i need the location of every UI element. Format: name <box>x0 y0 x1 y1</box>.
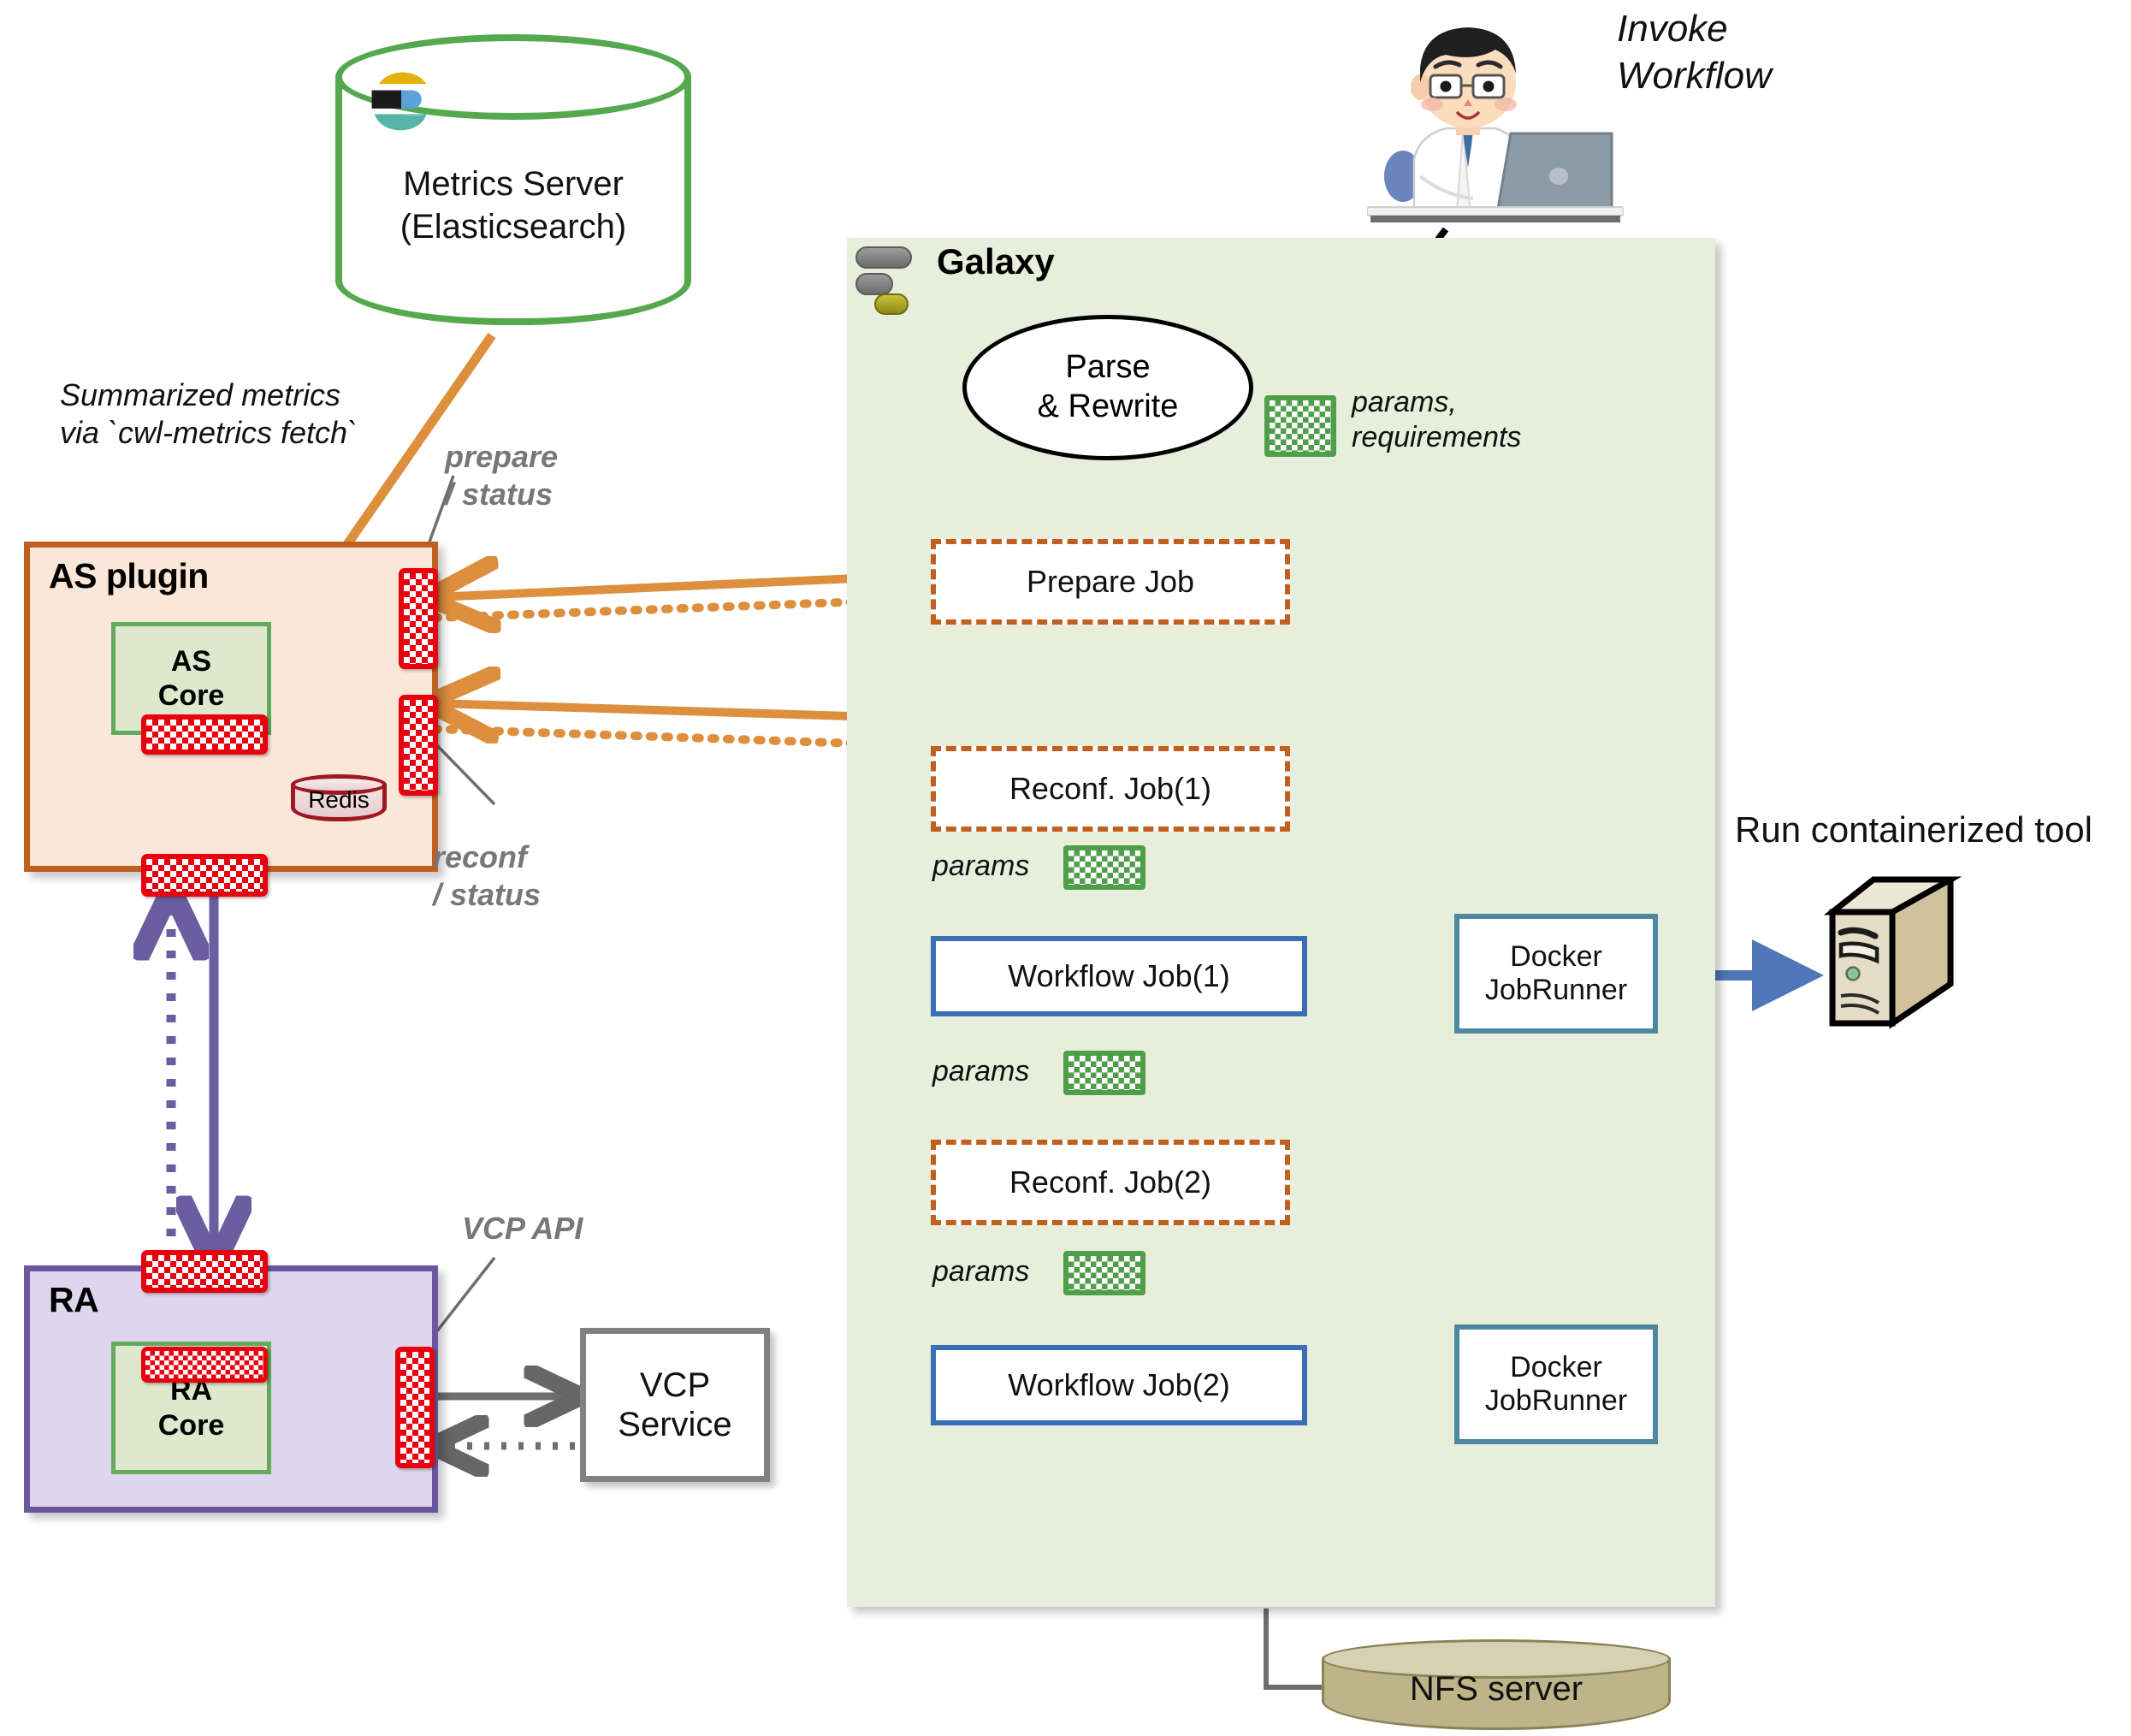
docker-jobrunner-1[interactable]: Docker JobRunner <box>1454 914 1658 1034</box>
params-plug-icon-2 <box>1063 1051 1145 1095</box>
as-plugin-title: AS plugin <box>49 556 209 595</box>
docker-jobrunner-2[interactable]: Docker JobRunner <box>1454 1324 1658 1444</box>
runner-line2: JobRunner <box>1484 974 1628 1006</box>
params-label-2: params <box>932 1055 1030 1087</box>
as-core-interface-plug-icon <box>141 714 268 755</box>
prepare-status-line1: prepare <box>445 439 559 474</box>
as-plugin-bottom-interface-plug-icon <box>141 854 268 897</box>
as-core-line1: AS <box>170 644 212 678</box>
nfs-server-label: NFS server <box>1409 1670 1583 1708</box>
params-requirements-plug-icon <box>1264 395 1336 457</box>
parse-rewrite-line1: Parse <box>1065 349 1151 386</box>
vcp-service-box[interactable]: VCP Service <box>580 1328 770 1482</box>
invoke-workflow-line2: Workflow <box>1617 55 1772 97</box>
runner-line1: Docker <box>1510 1350 1602 1383</box>
params-requirements-line1: params, <box>1352 386 1457 418</box>
summarized-metrics-label: Summarized metrics via `cwl-metrics fetc… <box>60 376 358 452</box>
parse-rewrite-node[interactable]: Parse & Rewrite <box>962 315 1253 460</box>
job-label: Prepare Job <box>1026 564 1195 599</box>
params-requirements-line2: requirements <box>1352 421 1522 454</box>
summarized-metrics-line2: via `cwl-metrics fetch` <box>60 414 358 450</box>
reconf-status-line2: / status <box>433 876 542 912</box>
ra-core-line2: Core <box>157 1408 225 1442</box>
ra-top-interface-plug-icon <box>141 1250 268 1293</box>
summarized-metrics-line1: Summarized metrics <box>60 377 341 412</box>
metrics-server-cylinder: Metrics Server (Elasticsearch) <box>335 34 691 329</box>
as-core-line2: Core <box>157 679 225 712</box>
metrics-server-line2: (Elasticsearch) <box>400 208 627 246</box>
metrics-server-line1: Metrics Server <box>403 165 624 203</box>
job-label: Reconf. Job(2) <box>1009 1164 1212 1200</box>
job-box-reconf-job-2[interactable]: Reconf. Job(2) <box>931 1140 1290 1225</box>
as-plugin-prepare-interface-plug-icon <box>399 568 438 669</box>
architecture-diagram: Galaxy Parse & Rewrite params, requireme… <box>0 0 2131 1736</box>
invoke-workflow-line1: Invoke <box>1617 8 1728 50</box>
redis-cylinder: Redis <box>291 774 387 827</box>
job-box-workflow-job-2[interactable]: Workflow Job(2) <box>931 1345 1307 1425</box>
galaxy-title: Galaxy <box>937 241 1055 281</box>
params-requirements-label: params, requirements <box>1352 385 1521 456</box>
runner-line1: Docker <box>1510 939 1602 973</box>
server-tower-icon <box>1823 876 1962 1029</box>
nfs-server-cylinder: NFS server <box>1322 1639 1671 1735</box>
invoke-workflow-label: Invoke Workflow <box>1617 5 1772 99</box>
job-box-workflow-job-1[interactable]: Workflow Job(1) <box>931 936 1307 1016</box>
job-box-reconf-job-1[interactable]: Reconf. Job(1) <box>931 746 1290 832</box>
job-label: Reconf. Job(1) <box>1009 771 1212 806</box>
ra-vcp-interface-plug-icon <box>395 1347 435 1468</box>
prepare-status-label: prepare / status <box>445 438 558 513</box>
params-label-1: params <box>932 850 1030 882</box>
runner-line2: JobRunner <box>1484 1384 1628 1417</box>
reconf-status-line1: reconf <box>433 839 528 874</box>
parse-rewrite-line2: & Rewrite <box>1037 388 1179 424</box>
prepare-status-line2: / status <box>445 476 553 512</box>
job-box-prepare-job[interactable]: Prepare Job <box>931 539 1290 625</box>
user-at-laptop-icon <box>1367 27 1624 222</box>
vcp-service-line2: Service <box>618 1406 732 1443</box>
vcp-service-line1: VCP <box>639 1366 711 1404</box>
vcp-api-label: VCP API <box>462 1211 583 1246</box>
ra-core-interface-plug-icon <box>141 1347 268 1383</box>
params-plug-icon-3 <box>1063 1251 1145 1295</box>
galaxy-logo-icon <box>855 246 915 315</box>
job-label: Workflow Job(1) <box>1008 958 1230 993</box>
redis-label: Redis <box>308 786 370 813</box>
reconf-status-label: reconf / status <box>433 838 541 914</box>
params-plug-icon-1 <box>1063 845 1145 890</box>
elasticsearch-logo-icon <box>371 72 427 131</box>
run-containerized-tool-label: Run containerized tool <box>1735 809 2093 850</box>
job-label: Workflow Job(2) <box>1008 1367 1230 1402</box>
params-label-3: params <box>932 1255 1030 1288</box>
ra-title: RA <box>49 1280 99 1319</box>
as-plugin-reconf-interface-plug-icon <box>399 695 438 796</box>
metrics-server-label: Metrics Server (Elasticsearch) <box>335 163 691 248</box>
